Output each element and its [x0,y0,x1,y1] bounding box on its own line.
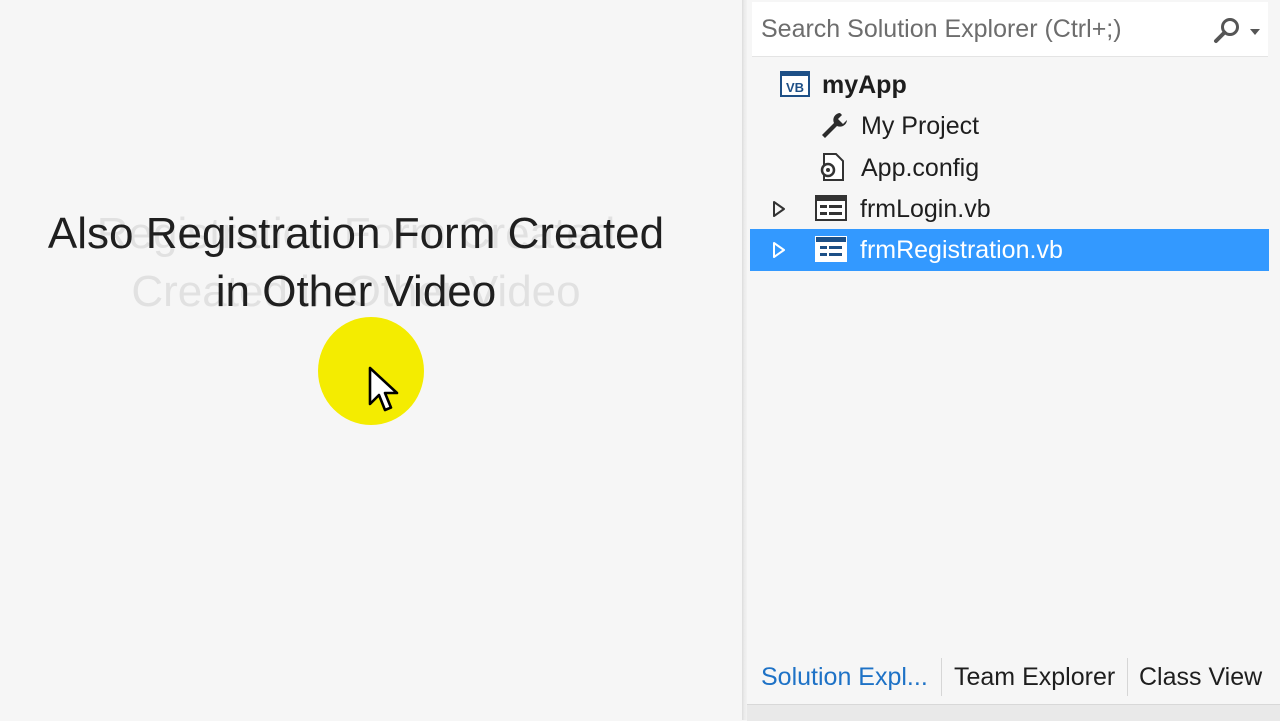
tree-item-my-project[interactable]: My Project [750,105,1269,147]
form-icon [815,236,847,262]
expand-arrow-icon[interactable] [772,200,786,218]
tree-item-label: myApp [822,71,907,99]
explorer-tabs: Solution Expl... Team Explorer Class Vie… [747,652,1280,704]
form-icon [815,195,847,221]
tab-separator [1127,658,1128,696]
mouse-pointer-icon [368,366,399,412]
caption-line-2: in Other Video [215,267,497,316]
tree-item-frmlogin[interactable]: frmLogin.vb [750,188,1269,230]
search-icon[interactable] [1212,16,1242,46]
config-file-icon [820,153,844,181]
svg-text:VB: VB [786,80,804,95]
tab-class-view[interactable]: Class View [1139,652,1262,702]
caption-text: Also Registration Form Created in Other … [0,205,712,321]
tab-team-explorer[interactable]: Team Explorer [954,652,1115,702]
wrench-icon [822,113,847,138]
search-box[interactable]: Search Solution Explorer (Ctrl+;) [752,2,1268,57]
search-input[interactable]: Search Solution Explorer (Ctrl+;) [761,15,1122,44]
tab-separator [941,658,942,696]
vb-project-icon: VB [780,71,810,97]
solution-explorer-panel: Search Solution Explorer (Ctrl+;) VB myA… [747,0,1280,720]
caption-area: Registration Form Created Created in Oth… [0,0,742,720]
tree-item-label: My Project [861,112,980,140]
caption-line-1: Also Registration Form Created [47,209,665,258]
tree-item-myapp[interactable]: VB myApp [750,64,1269,106]
tree-item-label: frmRegistration.vb [860,236,1063,264]
tab-solution-explorer[interactable]: Solution Expl... [761,652,928,702]
bottom-status-strip [747,704,1280,721]
tree-item-label: frmLogin.vb [860,195,991,223]
expand-arrow-icon[interactable] [772,241,786,259]
tree-item-app-config[interactable]: App.config [750,147,1269,189]
search-options-dropdown-icon[interactable] [1248,27,1262,37]
tree-item-frmregistration[interactable]: frmRegistration.vb [750,229,1269,271]
tree-item-label: App.config [861,154,980,182]
